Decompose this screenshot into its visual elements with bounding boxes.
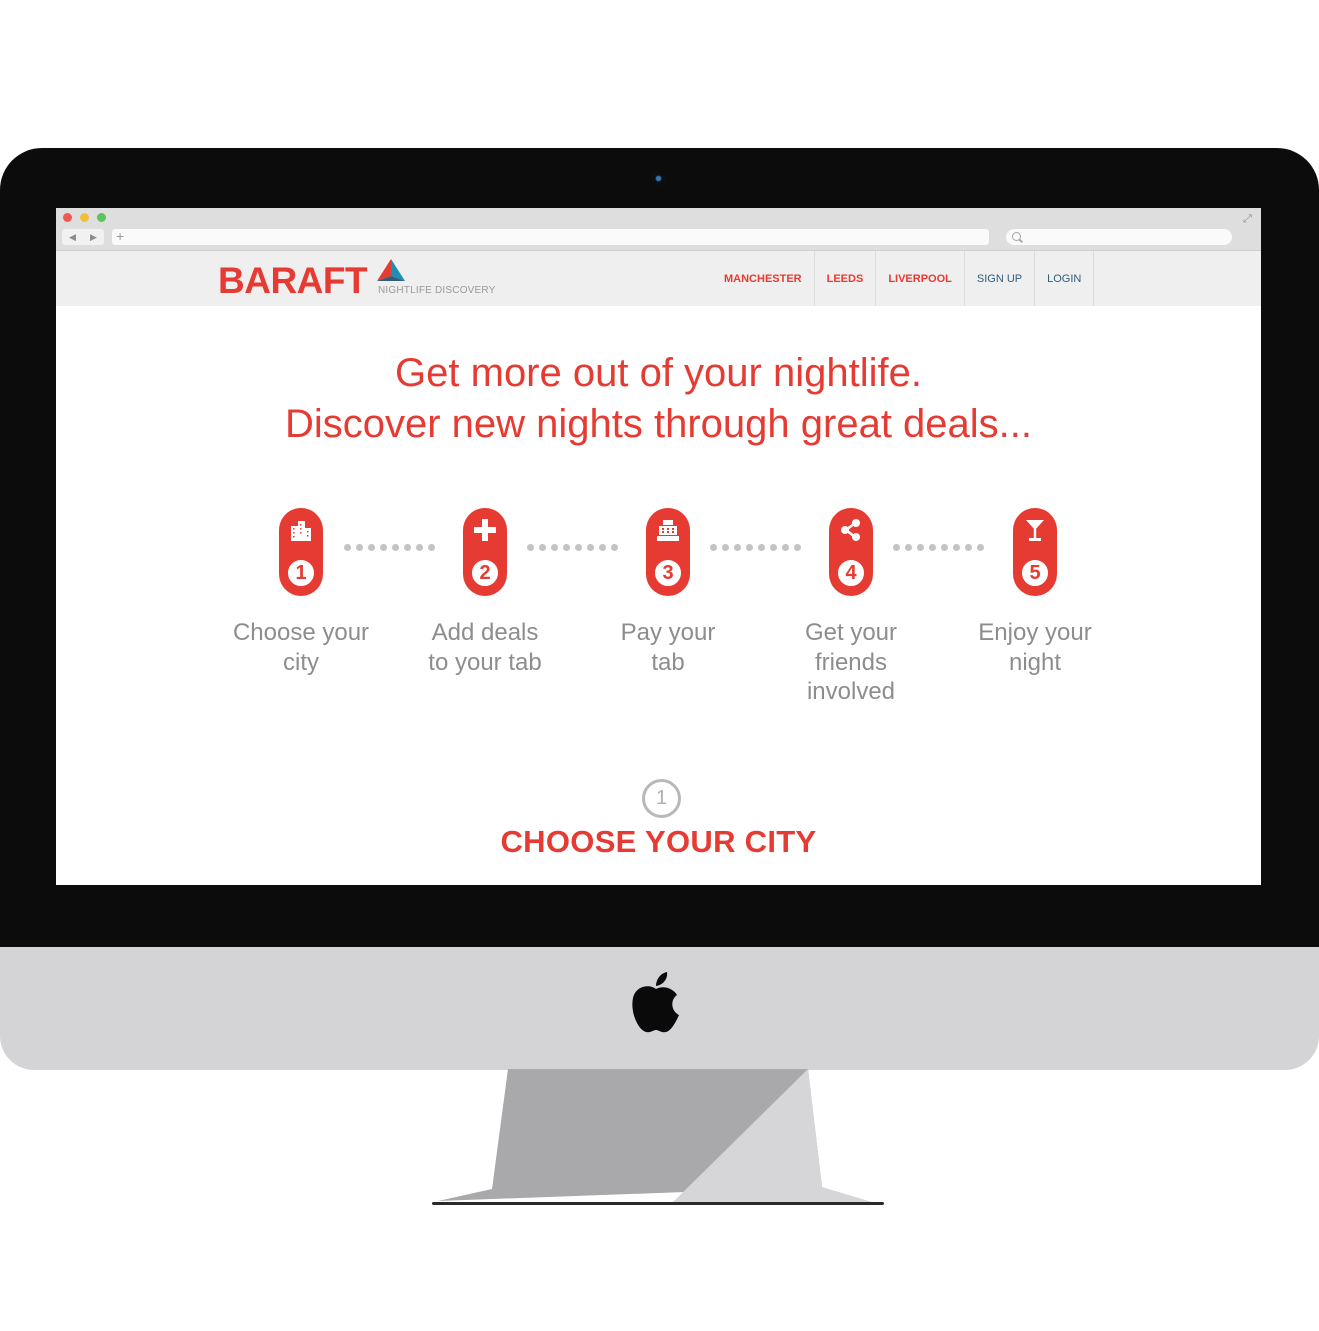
back-arrow-icon[interactable]: ◀ — [69, 232, 76, 243]
nav-manchester[interactable]: MANCHESTER — [712, 251, 815, 306]
step-number: 4 — [835, 557, 867, 589]
main-nav: MANCHESTER LEEDS LIVERPOOL SIGN UP LOGIN — [712, 251, 1095, 306]
cash-register-icon — [657, 520, 679, 541]
step-number: 3 — [652, 557, 684, 589]
logo-wordmark[interactable]: BARAFT — [218, 261, 368, 301]
hero-line-2: Discover new nights through great deals.… — [284, 402, 1033, 446]
logo-tagline: NIGHTLIFE DISCOVERY — [378, 285, 496, 296]
new-tab-plus-icon[interactable]: + — [116, 228, 124, 244]
nav-liverpool[interactable]: LIVERPOOL — [876, 251, 965, 306]
step-1-badge: 1 — [279, 508, 323, 596]
step-3-badge: 3 — [646, 508, 690, 596]
step-number: 5 — [1019, 557, 1051, 589]
step-3-label: Pay your tab — [620, 619, 716, 676]
search-icon — [1012, 232, 1021, 241]
section-number-badge: 1 — [642, 779, 681, 818]
cocktail-glass-icon — [1026, 520, 1044, 541]
webcam-icon — [652, 172, 665, 185]
step-2-label: Add deals to your tab — [428, 619, 542, 676]
share-icon — [841, 519, 860, 541]
browser-chrome: ◀ ▶ + ⤢ — [56, 208, 1261, 251]
step-4-label: Get your friends involved — [804, 619, 898, 705]
plus-icon — [474, 519, 496, 541]
hero-line-1: Get more out of your nightlife. — [395, 351, 922, 395]
hero-heading: Get more out of your nightlife. Discover… — [56, 348, 1261, 450]
screen: ◀ ▶ + ⤢ BARAFT NIGHTLIFE DISCOVERY MANCH… — [56, 208, 1261, 885]
minimize-window-button[interactable] — [80, 213, 89, 222]
nav-leeds[interactable]: LEEDS — [815, 251, 877, 306]
step-number: 2 — [469, 557, 501, 589]
monitor-stand — [432, 1069, 884, 1205]
forward-arrow-icon[interactable]: ▶ — [90, 232, 97, 243]
step-connector — [527, 544, 618, 552]
city-buildings-icon — [291, 521, 311, 541]
nav-login[interactable]: LOGIN — [1035, 251, 1095, 306]
logo-triangle-icon — [377, 259, 405, 281]
close-window-button[interactable] — [63, 213, 72, 222]
apple-logo-icon — [632, 972, 679, 1033]
site-header: BARAFT NIGHTLIFE DISCOVERY MANCHESTER LE… — [56, 251, 1261, 306]
step-number: 1 — [285, 557, 317, 589]
history-nav: ◀ ▶ — [62, 229, 104, 245]
step-connector — [710, 544, 801, 552]
browser-search-input[interactable] — [1006, 229, 1232, 245]
maximize-window-button[interactable] — [97, 213, 106, 222]
step-4-badge: 4 — [829, 508, 873, 596]
step-5-badge: 5 — [1013, 508, 1057, 596]
step-2-badge: 2 — [463, 508, 507, 596]
step-1-label: Choose your city — [232, 619, 370, 676]
step-connector — [344, 544, 435, 552]
step-5-label: Enjoy your night — [978, 619, 1092, 676]
address-bar[interactable]: + — [112, 228, 989, 245]
step-connector — [893, 544, 984, 552]
section-title: CHOOSE YOUR CITY — [500, 824, 817, 859]
fullscreen-icon[interactable]: ⤢ — [1243, 214, 1252, 225]
nav-sign-up[interactable]: SIGN UP — [965, 251, 1036, 306]
